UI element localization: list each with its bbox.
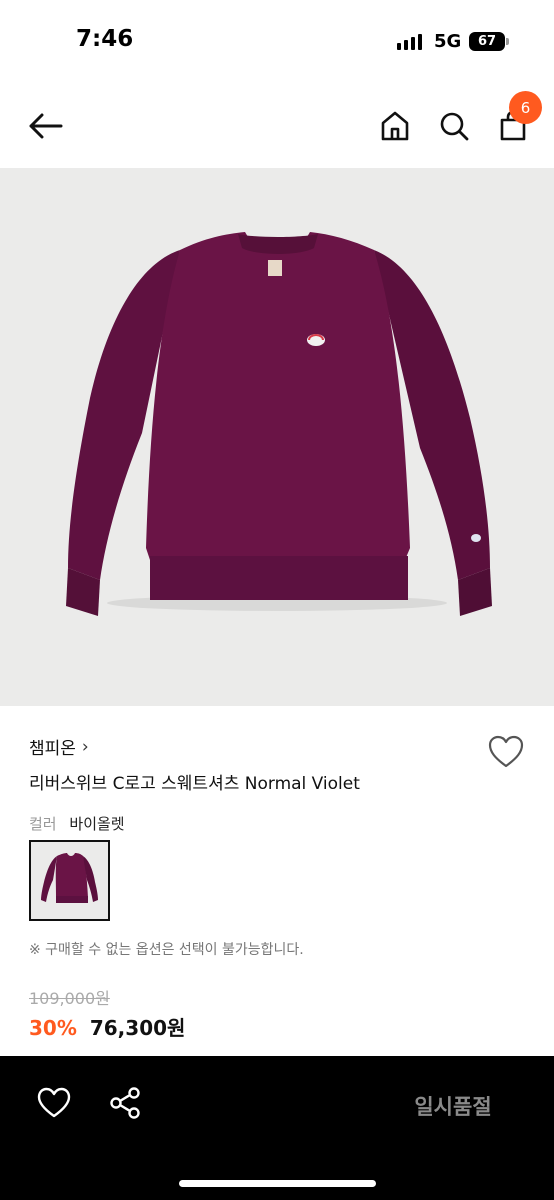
signal-icon <box>397 34 422 50</box>
discount-rate: 30% <box>29 1016 77 1040</box>
color-label: 컬러 <box>29 815 57 833</box>
home-indicator <box>179 1180 376 1187</box>
product-name: 리버스위브 C로고 스웨트셔츠 Normal Violet <box>29 774 360 794</box>
home-icon[interactable] <box>376 106 414 146</box>
status-bar: 7:46 5G 67 <box>0 0 554 84</box>
top-nav-bar <box>0 84 554 168</box>
network-label: 5G <box>434 31 462 52</box>
battery-icon: 67 <box>469 32 505 51</box>
share-icon[interactable] <box>108 1086 144 1122</box>
brand-link[interactable]: 챔피온 › <box>29 734 89 760</box>
original-price: 109,000원 <box>29 989 110 1008</box>
back-arrow-icon[interactable] <box>24 106 66 146</box>
brand-name[interactable]: 챔피온 <box>29 734 76 759</box>
color-row: 컬러 바이올렛 <box>29 813 125 834</box>
product-page: 7:46 5G 67 6 챔피온 › 리버스위브 C로고 스웨트셔츠 Norma… <box>0 0 554 1200</box>
sale-price: 76,300원 <box>89 1016 186 1040</box>
heart-outline-icon[interactable] <box>487 734 525 770</box>
soldout-button[interactable]: 일시품절 <box>370 1086 536 1126</box>
battery-nub <box>506 38 509 45</box>
color-value: 바이올렛 <box>69 815 125 833</box>
status-time: 7:46 <box>76 26 134 52</box>
bottom-action-bar: 일시품절 <box>0 1056 554 1200</box>
sweatshirt-illustration <box>66 232 492 616</box>
price-row: 30% 76,300원 <box>29 1012 185 1041</box>
cart-count-badge[interactable]: 6 <box>509 91 542 124</box>
search-icon[interactable] <box>435 106 473 146</box>
option-notice: ※ 구매할 수 없는 옵션은 선택이 불가능합니다. <box>29 942 304 958</box>
product-image[interactable] <box>0 168 554 706</box>
heart-outline-icon[interactable] <box>36 1086 72 1122</box>
chevron-right-icon: › <box>81 736 89 757</box>
color-swatch-violet[interactable] <box>29 840 110 921</box>
